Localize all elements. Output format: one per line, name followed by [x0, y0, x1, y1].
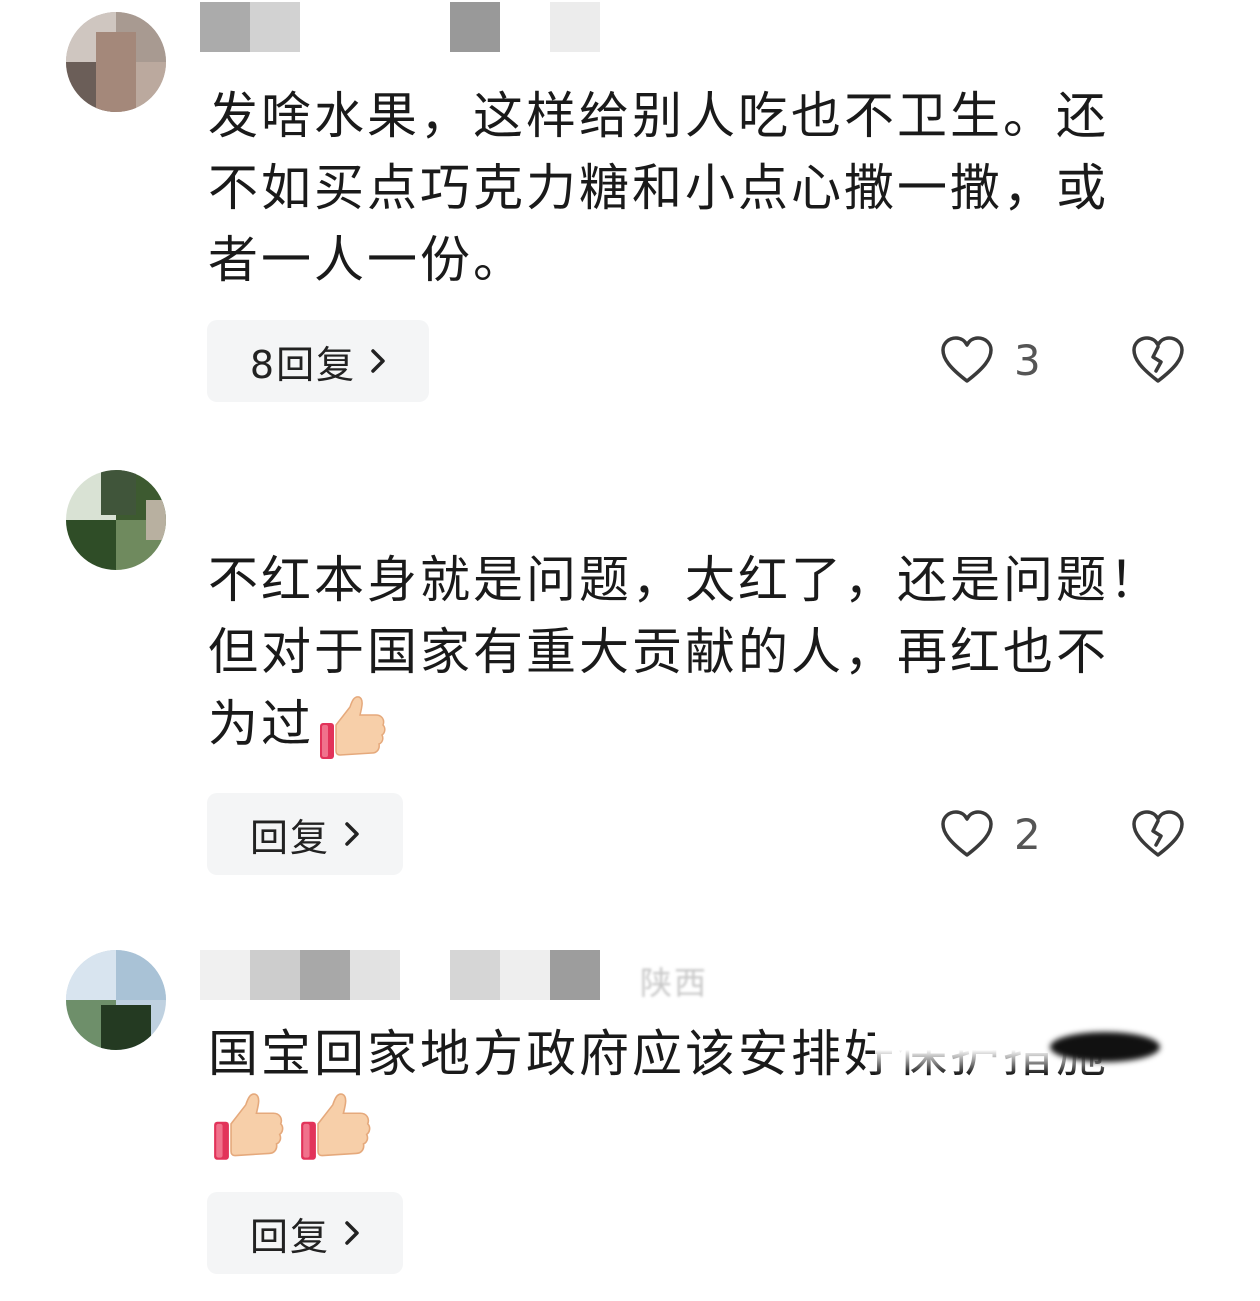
comment-line: 不红本身就是问题，太红了，还是问题！: [208, 551, 1162, 609]
heart-outline-icon: [941, 810, 993, 857]
thumbs-up-icon: [212, 1090, 286, 1164]
reply-button-label: 回复: [249, 815, 330, 860]
broken-heart-icon: [1132, 810, 1184, 857]
reply-button-label: 8回复: [249, 342, 357, 387]
chevron-right-icon: [345, 822, 359, 846]
comment-line: 为过: [208, 688, 1198, 763]
reply-button[interactable]: 8回复: [207, 320, 429, 402]
chevron-right-icon: [345, 1221, 359, 1245]
username-blurred[interactable]: [200, 2, 650, 52]
comment-item: 发啥水果，这样给别人吃也不卫生。还 不如买点巧克力糖和小点心撒一撒，或 者一人一…: [0, 0, 1260, 420]
dislike-button[interactable]: [1131, 809, 1185, 863]
avatar[interactable]: [66, 12, 166, 112]
heart-outline-icon: [941, 336, 993, 383]
avatar[interactable]: [66, 470, 166, 570]
like-button[interactable]: 3: [940, 335, 1041, 385]
comment-item: 不红本身就是问题，太红了，还是问题！ 但对于国家有重大贡献的人，再红也不 为过 …: [0, 440, 1260, 900]
comment-line: 者一人一份。: [208, 231, 526, 289]
reply-button[interactable]: 回复: [207, 1192, 403, 1274]
thumbs-up-icon: [299, 1090, 373, 1164]
chevron-right-icon: [371, 349, 385, 373]
comment-line: 但对于国家有重大贡献的人，再红也不: [208, 623, 1109, 681]
avatar[interactable]: [66, 950, 166, 1050]
comment-text: 不红本身就是问题，太红了，还是问题！ 但对于国家有重大贡献的人，再红也不 为过: [208, 544, 1198, 763]
comment-item: 陕西 国宝回家地方政府应该安排好保护措施 回复: [0, 940, 1260, 1301]
thumbs-up-icon: [318, 693, 388, 763]
emoji-row: [212, 1090, 373, 1166]
broken-heart-icon: [1132, 336, 1184, 383]
comment-line-text: 为过: [208, 695, 314, 753]
dislike-button[interactable]: [1131, 335, 1185, 389]
location-label: 陕西: [640, 964, 709, 1002]
reply-button-label: 回复: [249, 1214, 330, 1259]
like-count: 2: [1014, 809, 1041, 859]
comment-text-smudge: [1050, 1032, 1160, 1062]
like-button[interactable]: 2: [940, 809, 1041, 859]
like-count: 3: [1014, 335, 1041, 385]
reply-button[interactable]: 回复: [207, 793, 403, 875]
comment-text: 发啥水果，这样给别人吃也不卫生。还 不如买点巧克力糖和小点心撒一撒，或 者一人一…: [208, 80, 1198, 296]
comment-line: 发啥水果，这样给别人吃也不卫生。还: [208, 87, 1109, 145]
comment-line: 不如买点巧克力糖和小点心撒一撒，或: [208, 159, 1109, 217]
